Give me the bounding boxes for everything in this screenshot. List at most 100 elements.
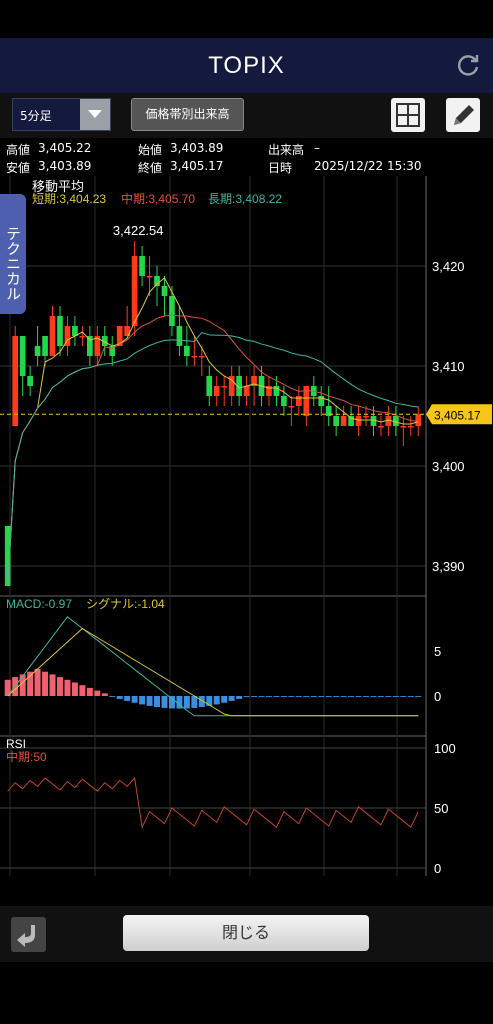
- candle-body: [42, 336, 48, 356]
- back-arrow-icon[interactable]: [11, 917, 46, 952]
- interval-select[interactable]: 5分足: [12, 98, 111, 131]
- macd-histogram-bar: [310, 696, 317, 697]
- peak-label: 3,422.54: [113, 223, 164, 238]
- technical-tab[interactable]: テクニカル: [0, 194, 26, 314]
- candle-body: [206, 376, 213, 396]
- price-tick-label: 3,390: [432, 559, 465, 574]
- macd-tick-label: 5: [434, 644, 441, 659]
- macd-histogram-bar: [34, 669, 41, 696]
- candle-body: [415, 414, 422, 426]
- macd-histogram-bar: [288, 696, 295, 697]
- macd-histogram-bar: [42, 671, 49, 696]
- rsi-tick-label: 50: [434, 801, 448, 816]
- macd-histogram-bar: [79, 685, 86, 696]
- close-button[interactable]: 閉じる: [123, 915, 369, 951]
- macd-histogram-bar: [86, 687, 93, 696]
- macd-histogram-bar: [258, 696, 265, 697]
- datetime-value: 2025/12/22 15:30: [314, 159, 422, 173]
- rsi-tick-label: 100: [434, 741, 456, 756]
- price-tick-label: 3,420: [432, 259, 465, 274]
- price-tick-label: 3,400: [432, 459, 465, 474]
- rsi-mid-legend: 中期:50: [6, 749, 47, 764]
- macd-histogram-bar: [139, 696, 146, 705]
- candle-body: [34, 346, 41, 356]
- high-value: 3,405.22: [38, 141, 92, 155]
- candle-body: [333, 416, 339, 426]
- macd-histogram-bar: [213, 696, 220, 705]
- volume-label: 出来高: [268, 143, 305, 157]
- macd-histogram-bar: [377, 696, 384, 697]
- candle-body: [49, 316, 56, 356]
- chevron-down-icon[interactable]: [80, 99, 110, 130]
- macd-histogram-bar: [101, 693, 108, 696]
- macd-histogram-bar: [146, 696, 153, 706]
- macd-histogram-bar: [243, 696, 250, 697]
- macd-histogram-bar: [236, 696, 243, 699]
- candle-body: [363, 416, 369, 418]
- macd-histogram-bar: [71, 682, 78, 696]
- candle-body: [79, 336, 86, 338]
- candle-body: [221, 386, 228, 388]
- macd-histogram-bar: [228, 696, 235, 701]
- candle-body: [407, 426, 414, 428]
- low-value: 3,403.89: [38, 159, 92, 173]
- candle-body: [213, 386, 220, 396]
- macd-histogram-bar: [131, 696, 138, 703]
- macd-histogram-bar: [116, 696, 123, 699]
- macd-histogram-bar: [385, 696, 392, 697]
- bottom-bar: 閉じる: [0, 906, 493, 962]
- macd-histogram-bar: [325, 696, 332, 697]
- open-label: 始値: [138, 143, 163, 157]
- candle-body: [198, 356, 205, 358]
- candle-body: [169, 296, 175, 326]
- macd-histogram-bar: [355, 696, 362, 697]
- price-volume-button[interactable]: 価格帯別出来高: [131, 98, 244, 131]
- rsi-tick-label: 0: [434, 861, 441, 876]
- candle-body: [19, 336, 26, 376]
- close-value: 3,405.17: [170, 159, 224, 173]
- macd-histogram-bar: [280, 696, 287, 697]
- high-label: 高値: [6, 143, 31, 157]
- macd-histogram-bar: [56, 677, 63, 696]
- macd-histogram-bar: [154, 696, 161, 708]
- candle-body: [161, 286, 168, 296]
- macd-histogram-bar: [19, 674, 26, 696]
- macd-tick-label: 0: [434, 689, 441, 704]
- macd-histogram-bar: [295, 696, 302, 697]
- price-tick-label: 3,410: [432, 359, 465, 374]
- macd-histogram-bar: [168, 696, 175, 709]
- macd-histogram-bar: [340, 696, 347, 697]
- toolbar: 5分足 価格帯別出来高: [0, 93, 493, 138]
- macd-histogram-bar: [273, 696, 280, 697]
- macd-histogram-bar: [251, 696, 258, 697]
- macd-histogram-bar: [415, 696, 422, 697]
- macd-histogram-bar: [161, 696, 168, 708]
- pencil-icon[interactable]: [446, 98, 480, 132]
- macd-histogram-bar: [348, 696, 355, 697]
- ma-short-legend: 短期:3,404.23: [32, 192, 106, 206]
- macd-histogram-bar: [370, 696, 377, 697]
- chart-area[interactable]: 3,4203,4103,4003,39009:0010:0011:0013:00…: [0, 176, 493, 876]
- candle-body: [139, 256, 145, 276]
- volume-value: –: [314, 141, 320, 155]
- refresh-icon[interactable]: [455, 52, 481, 78]
- candle-body: [288, 406, 295, 408]
- macd-histogram-bar: [318, 696, 325, 697]
- macd-histogram-bar: [49, 674, 56, 696]
- quote-panel: 高値 3,405.22 安値 3,403.89 始値 3,403.89 終値 3…: [0, 138, 493, 176]
- candle-body: [355, 416, 362, 426]
- datetime-label: 日時: [268, 161, 293, 175]
- macd-histogram-bar: [124, 696, 131, 701]
- macd-histogram-bar: [303, 696, 310, 697]
- interval-value: 5分足: [20, 109, 52, 123]
- page-title: TOPIX: [208, 52, 285, 79]
- macd-histogram-bar: [400, 696, 407, 697]
- layout-grid-icon[interactable]: [391, 98, 425, 132]
- macd-histogram-bar: [64, 679, 71, 696]
- candle-body: [184, 346, 190, 356]
- close-label: 終値: [138, 161, 163, 175]
- macd-histogram-bar: [265, 696, 272, 697]
- macd-histogram-bar: [183, 696, 190, 709]
- macd-histogram-bar: [363, 696, 370, 697]
- candle-body: [281, 396, 287, 406]
